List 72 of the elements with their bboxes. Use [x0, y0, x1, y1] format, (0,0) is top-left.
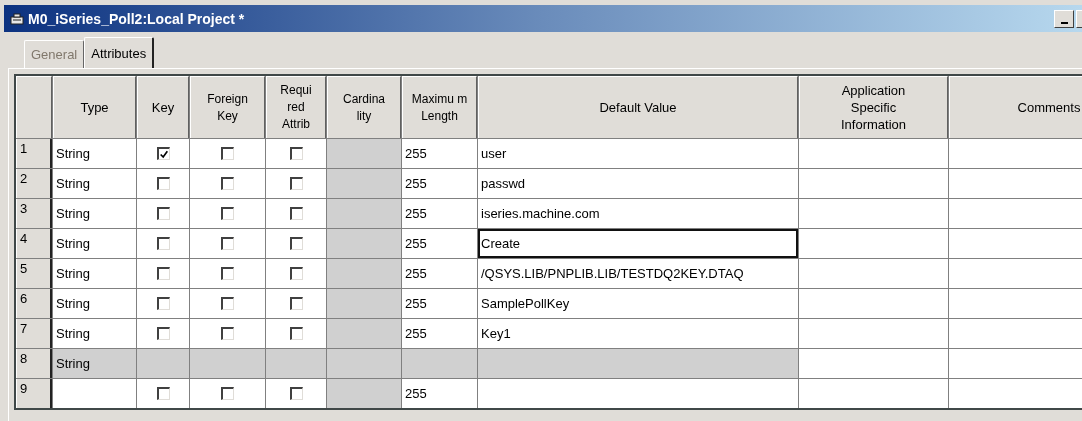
table-cell: 255	[402, 139, 477, 168]
checkbox[interactable]	[221, 147, 234, 160]
checkbox[interactable]	[221, 207, 234, 220]
checkbox[interactable]	[221, 387, 234, 400]
row-header[interactable]: 9	[16, 379, 52, 408]
table-cell: String	[53, 229, 136, 258]
checkbox[interactable]	[156, 177, 170, 190]
table-cell: /QSYS.LIB/PNPLIB.LIB/TESTDQ2KEY.DTAQ	[478, 259, 798, 288]
table-cell: 255	[402, 319, 477, 348]
table-cell: String	[53, 139, 136, 168]
table-cell: 255	[402, 229, 477, 258]
table-cell: Create	[478, 229, 798, 258]
table-cell: 255	[402, 199, 477, 228]
row-header[interactable]: 6	[16, 289, 52, 318]
table-cell: SamplePollKey	[478, 289, 798, 318]
window-icon	[10, 12, 24, 25]
checkbox[interactable]	[221, 237, 234, 250]
row-header[interactable]: 3	[16, 199, 52, 228]
checkbox[interactable]	[289, 387, 303, 400]
checkbox[interactable]	[289, 327, 303, 340]
checkbox[interactable]	[156, 237, 170, 250]
row-header[interactable]: 5	[16, 259, 52, 288]
checkbox[interactable]	[156, 267, 170, 280]
table-cell: String	[53, 349, 136, 378]
checkbox[interactable]	[156, 327, 170, 340]
table-cell: String	[53, 319, 136, 348]
checkbox[interactable]	[289, 297, 303, 310]
table-cell: 255	[402, 289, 477, 318]
table-cell: String	[53, 199, 136, 228]
column-header[interactable]: Comments	[949, 76, 1082, 138]
table-cell: 255	[402, 379, 477, 408]
table-cell: passwd	[478, 169, 798, 198]
checkbox[interactable]	[221, 327, 234, 340]
column-header[interactable]: Requi red Attrib	[266, 76, 326, 138]
checkbox[interactable]	[289, 147, 303, 160]
row-header[interactable]: 2	[16, 169, 52, 198]
column-header[interactable]: Maximu m Length	[402, 76, 477, 138]
table-cell: String	[53, 259, 136, 288]
column-header[interactable]: Default Value	[478, 76, 798, 138]
checkbox[interactable]	[156, 147, 170, 160]
checkbox[interactable]	[289, 267, 303, 280]
table-cell: iseries.machine.com	[478, 199, 798, 228]
window-title: M0_iSeries_Poll2:Local Project *	[28, 10, 246, 27]
checkbox[interactable]	[289, 237, 303, 250]
row-header[interactable]: 1	[16, 139, 52, 168]
row-header[interactable]: 4	[16, 229, 52, 258]
checkbox[interactable]	[221, 297, 234, 310]
table-cell: user	[478, 139, 798, 168]
table-cell: 255	[402, 259, 477, 288]
column-header[interactable]	[16, 76, 52, 138]
column-header[interactable]: Key	[137, 76, 189, 138]
column-header[interactable]: Application Specific Information	[799, 76, 948, 138]
row-header[interactable]: 7	[16, 319, 52, 348]
checkbox[interactable]	[156, 297, 170, 310]
column-header[interactable]: Cardina lity	[327, 76, 401, 138]
checkbox[interactable]	[156, 207, 170, 220]
checkbox[interactable]	[289, 207, 303, 220]
checkbox[interactable]	[289, 177, 303, 190]
column-header[interactable]: Type	[53, 76, 136, 138]
table-cell: String	[53, 169, 136, 198]
table-cell	[266, 349, 326, 378]
tab[interactable]: Attributes	[84, 37, 155, 68]
minimize-button[interactable]	[1054, 9, 1074, 28]
table-cell	[137, 349, 189, 378]
checkbox[interactable]	[221, 177, 234, 190]
column-header[interactable]: Foreign Key	[190, 76, 265, 138]
table-cell: Key1	[478, 319, 798, 348]
maximize-button[interactable]	[1076, 9, 1082, 28]
table-cell: String	[53, 289, 136, 318]
checkbox[interactable]	[156, 387, 170, 400]
checkbox[interactable]	[221, 267, 234, 280]
table-cell: 255	[402, 169, 477, 198]
